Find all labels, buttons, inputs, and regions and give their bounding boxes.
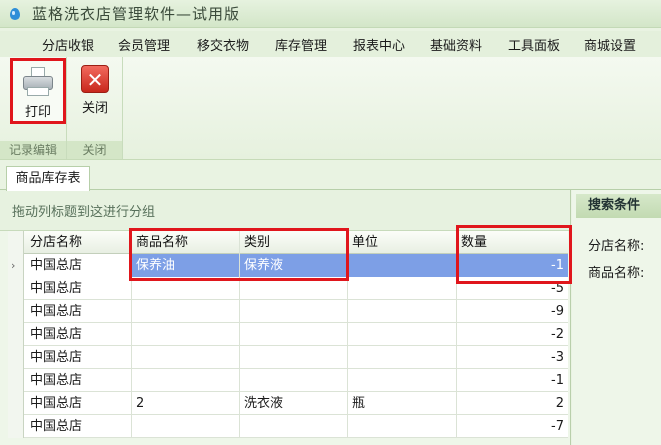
cell-category[interactable]: [240, 277, 348, 300]
cell-store[interactable]: 中国总店: [24, 392, 132, 415]
row-indicator: [8, 415, 24, 438]
cell-category[interactable]: [240, 323, 348, 346]
cell-unit[interactable]: [348, 369, 457, 392]
cell-product[interactable]: [132, 369, 240, 392]
cell-unit[interactable]: [348, 277, 457, 300]
close-button[interactable]: ✕ 关闭: [69, 61, 121, 123]
column-header-store[interactable]: 分店名称: [24, 231, 132, 254]
column-header-product[interactable]: 商品名称: [132, 231, 240, 254]
close-button-label: 关闭: [81, 101, 108, 116]
menu-mall-settings[interactable]: 商城设置: [584, 35, 636, 54]
cell-category[interactable]: [240, 346, 348, 369]
document-tabs: 商品库存表: [0, 166, 661, 191]
cell-category[interactable]: [240, 415, 348, 438]
cell-quantity[interactable]: -5: [457, 277, 568, 300]
search-product-label: 商品名称:: [588, 266, 645, 281]
menu-report-center[interactable]: 报表中心: [353, 35, 405, 54]
menu-tools-panel[interactable]: 工具面板: [508, 35, 560, 54]
cell-store[interactable]: 中国总店: [24, 323, 132, 346]
menu-inventory-management[interactable]: 库存管理: [275, 35, 327, 54]
menu-store-cashier[interactable]: 分店收银: [42, 35, 94, 54]
search-store-label: 分店名称:: [588, 239, 645, 254]
menu-bar: 分店收银 会员管理 移交衣物 库存管理 报表中心 基础资料 工具面板 商城设置: [0, 31, 661, 57]
tab-product-inventory[interactable]: 商品库存表: [6, 166, 90, 191]
print-button-label: 打印: [24, 105, 51, 120]
cell-category[interactable]: 保养液: [240, 254, 348, 277]
search-panel: 搜索条件 分店名称: 商品名称:: [572, 190, 661, 445]
table-row[interactable]: 中国总店 -9: [8, 300, 568, 323]
menu-member-management[interactable]: 会员管理: [118, 35, 170, 54]
cell-store[interactable]: 中国总店: [24, 369, 132, 392]
row-indicator: [8, 369, 24, 392]
menu-basic-data[interactable]: 基础资料: [430, 35, 482, 54]
header-indicator: [8, 231, 24, 254]
cell-product[interactable]: [132, 300, 240, 323]
cell-category[interactable]: [240, 369, 348, 392]
table-row[interactable]: 中国总店 -2: [8, 323, 568, 346]
cell-product[interactable]: [132, 346, 240, 369]
cell-store[interactable]: 中国总店: [24, 254, 132, 277]
ribbon-toolbar: 打印 记录编辑 ✕ 关闭 关闭: [0, 57, 661, 160]
row-indicator-icon: ›: [8, 254, 24, 277]
inventory-panel: 拖动列标题到这进行分组 分店名称 商品名称 类别 单位 数量 › 中国总店 保养…: [0, 190, 571, 445]
close-icon: ✕: [81, 65, 109, 93]
search-panel-title: 搜索条件: [576, 194, 661, 218]
cell-quantity[interactable]: -1: [457, 254, 568, 277]
grid-header-row: 分店名称 商品名称 类别 单位 数量: [8, 231, 568, 254]
app-drop-icon: [6, 5, 24, 23]
column-header-category[interactable]: 类别: [240, 231, 348, 254]
cell-product[interactable]: [132, 415, 240, 438]
cell-product[interactable]: [132, 277, 240, 300]
table-row[interactable]: 中国总店 -3: [8, 346, 568, 369]
row-indicator: [8, 300, 24, 323]
cell-quantity[interactable]: -9: [457, 300, 568, 323]
cell-unit[interactable]: [348, 300, 457, 323]
printer-icon: [23, 67, 53, 97]
row-indicator: [8, 346, 24, 369]
table-row[interactable]: › 中国总店 保养油 保养液 -1: [8, 254, 568, 277]
cell-unit[interactable]: [348, 346, 457, 369]
cell-unit[interactable]: 瓶: [348, 392, 457, 415]
column-header-unit[interactable]: 单位: [348, 231, 457, 254]
ribbon-group-label-close: 关闭: [67, 141, 122, 159]
table-row[interactable]: 中国总店 2 洗衣液 瓶 2: [8, 392, 568, 415]
cell-category[interactable]: 洗衣液: [240, 392, 348, 415]
cell-store[interactable]: 中国总店: [24, 300, 132, 323]
group-by-hint[interactable]: 拖动列标题到这进行分组: [0, 190, 570, 231]
ribbon-group-record-edit: 打印 记录编辑: [0, 57, 67, 159]
print-button[interactable]: 打印: [10, 58, 66, 124]
cell-quantity[interactable]: -2: [457, 323, 568, 346]
title-bar: 蓝格洗衣店管理软件—试用版: [0, 0, 661, 28]
table-row[interactable]: 中国总店 -1: [8, 369, 568, 392]
cell-quantity[interactable]: -3: [457, 346, 568, 369]
cell-unit[interactable]: [348, 254, 457, 277]
cell-quantity[interactable]: 2: [457, 392, 568, 415]
row-indicator: [8, 392, 24, 415]
menu-transfer-clothes[interactable]: 移交衣物: [197, 35, 249, 54]
cell-product[interactable]: 2: [132, 392, 240, 415]
cell-store[interactable]: 中国总店: [24, 346, 132, 369]
cell-unit[interactable]: [348, 415, 457, 438]
cell-unit[interactable]: [348, 323, 457, 346]
table-row[interactable]: 中国总店 -5: [8, 277, 568, 300]
cell-quantity[interactable]: -1: [457, 369, 568, 392]
window-title: 蓝格洗衣店管理软件—试用版: [32, 5, 241, 23]
cell-quantity[interactable]: -7: [457, 415, 568, 438]
ribbon-group-close: ✕ 关闭 关闭: [67, 57, 123, 159]
row-indicator: [8, 323, 24, 346]
table-row[interactable]: 中国总店 -7: [8, 415, 568, 438]
cell-product[interactable]: 保养油: [132, 254, 240, 277]
cell-product[interactable]: [132, 323, 240, 346]
column-header-quantity[interactable]: 数量: [457, 231, 568, 254]
ribbon-group-label-record-edit: 记录编辑: [0, 141, 66, 159]
cell-store[interactable]: 中国总店: [24, 277, 132, 300]
cell-category[interactable]: [240, 300, 348, 323]
cell-store[interactable]: 中国总店: [24, 415, 132, 438]
row-indicator: [8, 277, 24, 300]
